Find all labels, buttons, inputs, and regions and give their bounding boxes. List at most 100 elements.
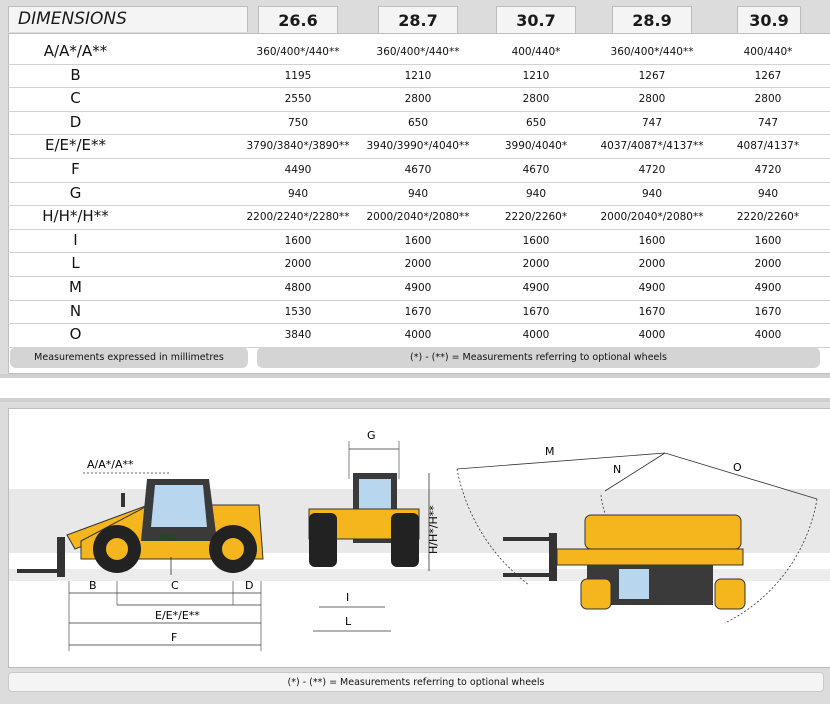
dimension-value: 4670: [404, 164, 432, 176]
svg-text:G: G: [367, 429, 376, 442]
dimension-value: 940: [757, 187, 779, 200]
dimension-value: 2000: [638, 258, 666, 271]
dimension-value: 940: [525, 187, 547, 200]
model-tab: 30.7: [496, 6, 576, 33]
dimension-value: 650: [407, 116, 429, 129]
dimension-label: L: [71, 254, 80, 273]
telehandler-diagram: DIECI A/A*/A** B C D E/E*/E** F G H/H*/H…: [9, 429, 830, 651]
dimension-value: 3990/4040*: [504, 140, 568, 153]
dimension-label: N: [69, 301, 82, 320]
svg-text:I: I: [346, 591, 349, 604]
dimension-value: 400/440*: [743, 46, 793, 58]
dimensions-title: DIMENSIONS: [8, 6, 248, 32]
dimension-value: 4037/4087*/4137**: [600, 140, 704, 153]
svg-text:M: M: [545, 445, 555, 458]
row-divider: [8, 299, 830, 301]
dimension-value: 750: [287, 116, 309, 129]
dimension-value: 940: [287, 187, 309, 200]
dimension-value: 360/400*/440**: [610, 46, 694, 58]
dimension-label: C: [70, 89, 81, 108]
dimension-label: I: [73, 230, 78, 249]
dimension-value: 2800: [522, 93, 550, 106]
svg-text:O: O: [733, 461, 742, 474]
svg-text:C: C: [171, 579, 179, 592]
dimension-value: 1600: [638, 234, 666, 247]
svg-text:DIECI: DIECI: [159, 534, 178, 541]
dimension-value: 1530: [284, 305, 312, 318]
svg-text:E/E*/E**: E/E*/E**: [155, 609, 200, 622]
dimension-value: 2000/2040*/2080**: [600, 211, 704, 224]
dimension-value: 2800: [638, 93, 666, 106]
drawing-panel: DIECI A/A*/A** B C D E/E*/E** F G H/H*/H…: [0, 398, 830, 704]
svg-text:L: L: [345, 615, 352, 628]
dimension-value: 4087/4137*: [736, 140, 800, 153]
dimension-value: 3840: [284, 329, 312, 342]
dimension-value: 1210: [404, 69, 432, 82]
dimension-value: 1267: [638, 69, 666, 82]
units-note: Measurements expressed in millimetres: [10, 347, 248, 368]
dimension-value: 4670: [522, 164, 550, 176]
dimension-drawing: DIECI A/A*/A** B C D E/E*/E** F G H/H*/H…: [8, 408, 830, 668]
dimension-value: 2000: [522, 258, 550, 271]
optional-wheels-note: (*) - (**) = Measurements referring to o…: [8, 672, 824, 692]
dimension-value: 747: [757, 116, 779, 129]
model-tab: 30.9: [737, 6, 801, 33]
svg-text:H/H*/H**: H/H*/H**: [427, 505, 440, 554]
dimension-label: O: [69, 325, 82, 344]
row-divider: [8, 228, 830, 230]
dimension-value: 747: [641, 116, 663, 129]
dimension-value: 2000/2040*/2080**: [366, 211, 470, 224]
dimension-value: 1195: [284, 69, 312, 82]
dimension-value: 2000: [404, 258, 432, 271]
dimension-value: 940: [641, 187, 663, 200]
dimension-label: F: [71, 160, 80, 178]
dimension-value: 4800: [284, 282, 312, 294]
dimension-value: 1670: [754, 305, 782, 318]
dimension-value: 4720: [754, 164, 782, 176]
svg-text:N: N: [613, 463, 621, 476]
dimension-value: 4900: [754, 282, 782, 294]
dimension-value: 2220/2260*: [736, 211, 800, 224]
dimension-label: M: [69, 278, 82, 296]
dimension-value: 4900: [522, 282, 550, 294]
row-divider: [8, 252, 830, 254]
dimension-value: 400/440*: [511, 46, 561, 58]
row-divider: [8, 276, 830, 277]
dimension-value: 940: [407, 187, 429, 200]
dimension-value: 1600: [284, 234, 312, 247]
dimension-value: 1267: [754, 69, 782, 82]
dimension-value: 3940/3990*/4040**: [366, 140, 470, 153]
dimension-value: 1600: [404, 234, 432, 247]
dimension-value: 4900: [404, 282, 432, 294]
side-view: DIECI A/A*/A** B C D E/E*/E** F: [17, 458, 264, 651]
dimension-value: 1600: [522, 234, 550, 247]
dimension-value: 2000: [284, 258, 312, 271]
row-divider: [8, 181, 830, 183]
svg-text:F: F: [171, 631, 177, 644]
dimension-label: E/E*/E**: [44, 136, 107, 155]
dimension-value: 2220/2260*: [504, 211, 568, 224]
dimension-value: 4900: [638, 282, 666, 294]
dimension-value: 4490: [284, 164, 312, 176]
dimension-value: 3790/3840*/3890**: [246, 140, 350, 153]
svg-text:A/A*/A**: A/A*/A**: [87, 458, 134, 471]
dimension-label: A/A*/A**: [43, 42, 108, 60]
dimension-value: 4000: [638, 329, 666, 342]
dimension-value: 2800: [754, 93, 782, 106]
row-divider: [8, 87, 830, 89]
svg-text:D: D: [245, 579, 253, 592]
dimension-value: 650: [525, 116, 547, 129]
dimension-value: 1670: [522, 305, 550, 318]
optional-wheels-note: (*) - (**) = Measurements referring to o…: [257, 347, 820, 368]
dimension-label: H/H*/H**: [42, 207, 109, 226]
dimension-value: 360/400*/440**: [376, 46, 460, 58]
svg-text:B: B: [89, 579, 97, 592]
dimension-value: 1670: [404, 305, 432, 318]
dimension-label: B: [70, 65, 81, 84]
row-divider: [8, 205, 830, 207]
model-tab: 28.7: [378, 6, 458, 33]
dimension-value: 2200/2240*/2280**: [246, 211, 350, 224]
row-divider: [8, 63, 830, 65]
dimension-value: 1670: [638, 305, 666, 318]
row-divider: [8, 110, 830, 112]
